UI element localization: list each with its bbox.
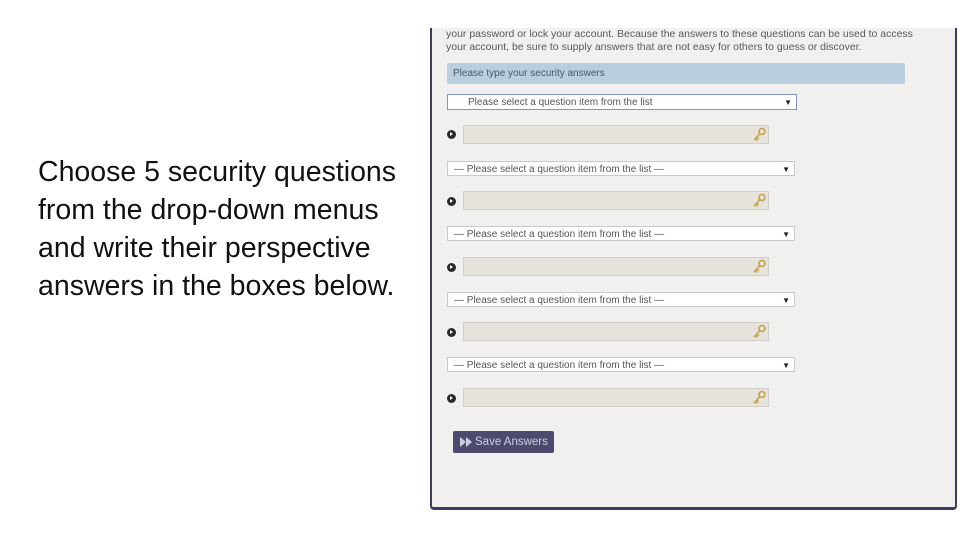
security-questions-panel: your password or lock your account. Beca… (430, 28, 957, 510)
dropdown-arrow-icon: ▼ (784, 98, 792, 107)
question-select-value: — Please select a question item from the… (454, 360, 665, 371)
key-icon (753, 259, 766, 273)
bullet-arrow-icon (447, 263, 456, 272)
question-select-4[interactable]: — Please select a question item from the… (447, 292, 795, 307)
key-icon (753, 324, 766, 338)
answer-input-5[interactable] (464, 391, 752, 408)
answer-input-4[interactable] (464, 325, 752, 342)
answer-field-5[interactable] (463, 388, 769, 408)
answer-field-2[interactable] (463, 191, 769, 211)
intro-line: your password or lock your account. Beca… (446, 28, 913, 40)
question-select-value: Please select a question item from the l… (468, 97, 653, 108)
dropdown-arrow-icon: ▼ (782, 361, 790, 370)
key-icon (753, 193, 766, 207)
question-select-value: — Please select a question item from the… (454, 229, 665, 240)
dropdown-arrow-icon: ▼ (782, 296, 790, 305)
section-header: Please type your security answers (447, 63, 905, 84)
instruction-text: Choose 5 security questions from the dro… (38, 156, 397, 302)
key-icon (753, 127, 766, 141)
intro-text: your password or lock your account. Beca… (446, 28, 946, 53)
intro-line: your account, be sure to supply answers … (446, 40, 862, 53)
answer-input-3[interactable] (464, 260, 752, 277)
bullet-arrow-icon (447, 394, 456, 403)
key-icon (753, 390, 766, 404)
question-select-value: — Please select a question item from the… (454, 164, 665, 175)
answer-field-4[interactable] (463, 322, 769, 342)
dropdown-arrow-icon: ▼ (782, 230, 790, 239)
question-select-1[interactable]: Please select a question item from the l… (447, 94, 797, 110)
answer-input-1[interactable] (464, 128, 752, 145)
answer-field-1[interactable] (463, 125, 769, 145)
fast-forward-icon (460, 437, 472, 447)
answer-input-2[interactable] (464, 194, 752, 211)
save-answers-button[interactable]: Save Answers (453, 431, 554, 453)
question-select-5[interactable]: — Please select a question item from the… (447, 357, 795, 372)
dropdown-arrow-icon: ▼ (782, 165, 790, 174)
question-select-value: — Please select a question item from the… (454, 295, 665, 306)
save-answers-label: Save Answers (475, 436, 548, 448)
question-select-2[interactable]: — Please select a question item from the… (447, 161, 795, 176)
answer-field-3[interactable] (463, 257, 769, 277)
bullet-arrow-icon (447, 130, 456, 139)
bullet-arrow-icon (447, 328, 456, 337)
question-select-3[interactable]: — Please select a question item from the… (447, 226, 795, 241)
bullet-arrow-icon (447, 197, 456, 206)
